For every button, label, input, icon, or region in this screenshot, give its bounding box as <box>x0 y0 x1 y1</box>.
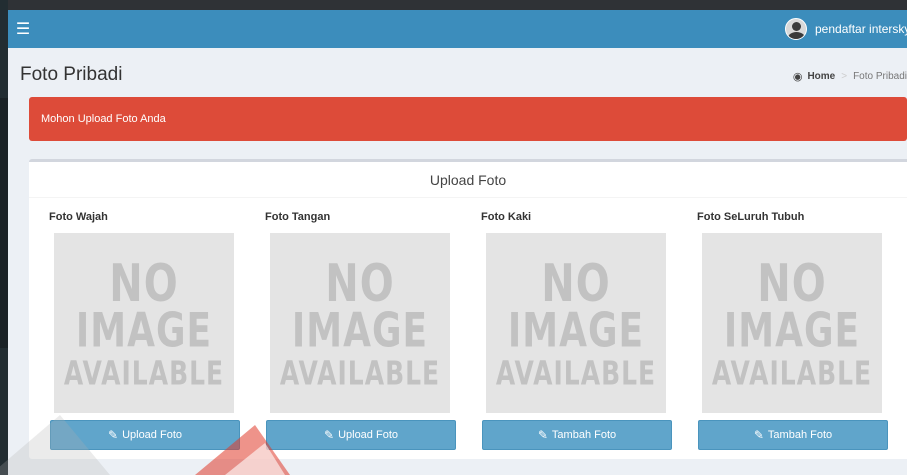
placeholder-line: IMAGE <box>507 304 645 359</box>
button-label: Tambah Foto <box>551 429 617 441</box>
placeholder-line: AVAILABLE <box>711 354 873 393</box>
upload-foto-tangan-button[interactable]: ✎ Upload Foto <box>266 420 456 450</box>
placeholder-line: IMAGE <box>291 304 429 359</box>
breadcrumb: ◉ Home > Foto Pribadi <box>793 70 907 83</box>
user-menu[interactable]: pendaftar intersky <box>785 10 907 48</box>
photo-label: Foto Wajah <box>49 211 108 223</box>
tambah-foto-kaki-button[interactable]: ✎ Tambah Foto <box>482 420 672 450</box>
upload-foto-wajah-button[interactable]: ✎ Upload Foto <box>50 420 240 450</box>
tambah-foto-seluruh-tubuh-button[interactable]: ✎ Tambah Foto <box>698 420 888 450</box>
pencil-icon: ✎ <box>753 428 764 442</box>
hamburger-icon[interactable]: ☰ <box>8 10 38 48</box>
photo-card-tangan: Foto Tangan NO IMAGE AVAILABLE <box>265 211 455 413</box>
photo-card-seluruh-tubuh: Foto SeLuruh Tubuh NO IMAGE AVAILABLE <box>697 211 887 413</box>
no-image-placeholder: NO IMAGE AVAILABLE <box>270 233 450 413</box>
no-image-placeholder: NO IMAGE AVAILABLE <box>702 233 882 413</box>
button-label: Tambah Foto <box>767 429 833 441</box>
sidebar-dark-band <box>0 98 8 348</box>
breadcrumb-current: Foto Pribadi <box>853 71 907 82</box>
placeholder-line: AVAILABLE <box>63 354 225 393</box>
user-name: pendaftar intersky <box>815 22 907 36</box>
photo-card-wajah: Foto Wajah NO IMAGE AVAILABLE <box>49 211 239 413</box>
breadcrumb-separator: > <box>841 71 848 82</box>
pencil-icon: ✎ <box>537 428 548 442</box>
content-wrapper: Foto Pribadi ◉ Home > Foto Pribadi Mohon… <box>8 48 907 475</box>
no-image-placeholder: NO IMAGE AVAILABLE <box>486 233 666 413</box>
placeholder-line: AVAILABLE <box>279 354 441 393</box>
placeholder-line: IMAGE <box>723 304 861 359</box>
photo-card-kaki: Foto Kaki NO IMAGE AVAILABLE <box>481 211 671 413</box>
button-label: Upload Foto <box>338 429 398 441</box>
alert-message: Mohon Upload Foto Anda <box>29 97 907 141</box>
avatar <box>785 18 807 40</box>
page-title: Foto Pribadi <box>20 64 123 85</box>
content-header: Foto Pribadi ◉ Home > Foto Pribadi <box>8 48 907 98</box>
placeholder-line: IMAGE <box>75 304 213 359</box>
dashboard-icon: ◉ <box>792 71 803 83</box>
photo-label: Foto Tangan <box>265 211 331 223</box>
pencil-icon: ✎ <box>324 428 335 442</box>
photo-label: Foto Kaki <box>481 211 532 223</box>
sidebar-strip <box>0 0 8 475</box>
photo-label: Foto SeLuruh Tubuh <box>697 211 805 223</box>
box-title: Upload Foto <box>29 162 907 198</box>
upload-box: Upload Foto Foto Wajah NO IMAGE AVAILABL… <box>29 159 907 459</box>
placeholder-line: AVAILABLE <box>495 354 657 393</box>
top-navbar: ☰ pendaftar intersky <box>8 10 907 48</box>
pencil-icon: ✎ <box>108 428 119 442</box>
button-label: Upload Foto <box>122 429 182 441</box>
no-image-placeholder: NO IMAGE AVAILABLE <box>54 233 234 413</box>
breadcrumb-home-link[interactable]: Home <box>807 71 835 82</box>
